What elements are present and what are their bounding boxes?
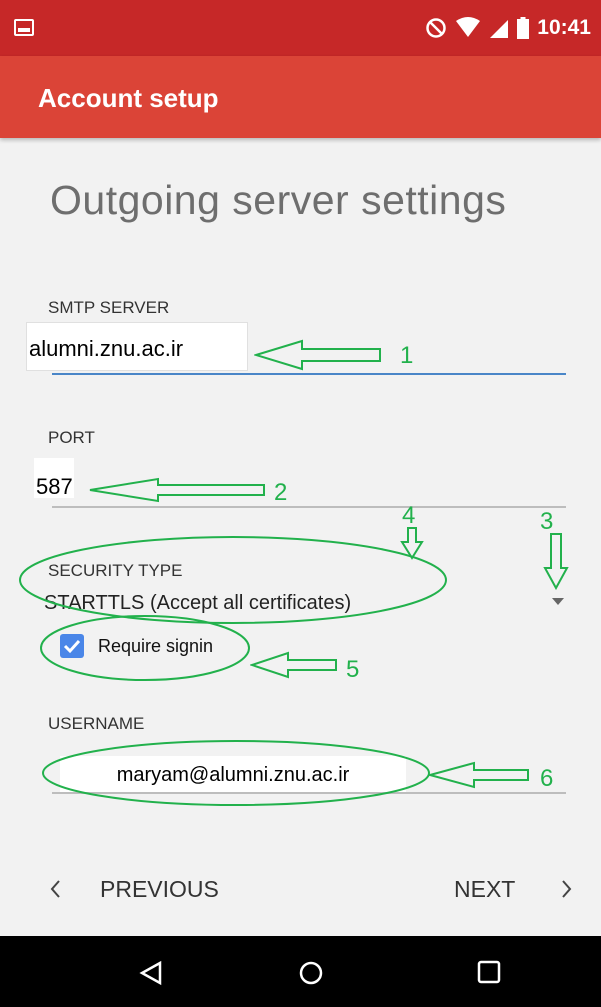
smtp-server-label: SMTP SERVER <box>48 298 170 317</box>
port-value: 587 <box>34 458 74 499</box>
chevron-right-icon <box>562 880 572 898</box>
annotation-arrow-5 <box>250 651 337 679</box>
dropdown-arrow-icon[interactable] <box>552 598 564 605</box>
annotation-arrow-3 <box>543 533 569 590</box>
annotation-ellipse-signin <box>40 615 250 681</box>
annotation-number-1: 1 <box>400 342 414 369</box>
recent-apps-icon[interactable] <box>477 960 501 984</box>
app-bar: Account setup <box>0 56 601 138</box>
annotation-number-6: 6 <box>540 765 554 792</box>
username-label: USERNAME <box>48 714 145 733</box>
chevron-left-icon <box>50 880 60 898</box>
annotation-ellipse-username <box>42 740 430 806</box>
next-button[interactable]: NEXT <box>440 868 580 912</box>
do-not-disturb-icon <box>426 18 447 38</box>
annotation-arrow-1 <box>254 339 381 371</box>
port-label: PORT <box>48 428 95 447</box>
wifi-icon <box>456 17 481 37</box>
back-icon[interactable] <box>138 960 164 986</box>
app-bar-title: Account setup <box>38 83 219 113</box>
status-bar: 10:41 <box>0 0 601 56</box>
smtp-server-value: alumni.znu.ac.ir <box>26 322 248 371</box>
clock: 10:41 <box>537 16 591 39</box>
previous-label: PREVIOUS <box>100 876 219 902</box>
system-nav-bar <box>0 936 601 1007</box>
smtp-server-underline <box>52 373 566 375</box>
signal-icon <box>490 20 509 38</box>
port-underline <box>52 506 566 508</box>
page-title: Outgoing server settings <box>50 177 507 223</box>
next-label: NEXT <box>454 876 516 902</box>
previous-button[interactable]: PREVIOUS <box>40 868 250 912</box>
home-icon[interactable] <box>298 960 324 986</box>
battery-icon <box>517 17 530 39</box>
annotation-number-2: 2 <box>274 479 288 506</box>
annotation-arrow-6 <box>428 761 529 789</box>
annotation-number-5: 5 <box>346 656 360 683</box>
status-icons: 10:41 <box>425 14 591 42</box>
image-icon <box>14 19 34 36</box>
annotation-arrow-2 <box>89 477 265 503</box>
